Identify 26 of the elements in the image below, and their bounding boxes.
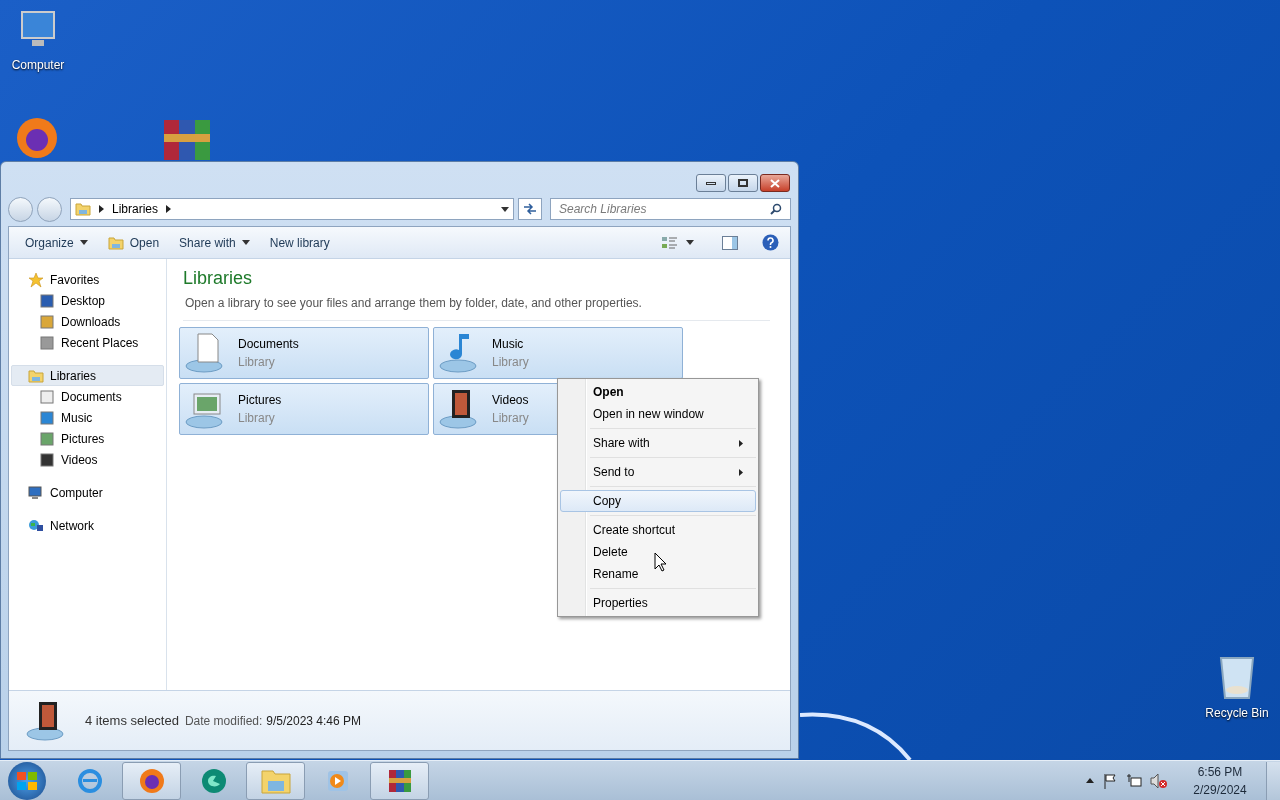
date-modified-value: 9/5/2023 4:46 PM (266, 712, 362, 730)
desktop-icon-label: Computer (11, 57, 65, 74)
nav-item-label: Favorites (50, 271, 100, 289)
nav-item-label: Downloads (61, 313, 121, 331)
nav-item-label: Desktop (61, 292, 106, 310)
selection-count: 4 items selected (85, 711, 179, 730)
library-heading: Libraries (183, 267, 254, 290)
library-name: Videos (492, 392, 529, 409)
library-name: Pictures (238, 392, 282, 409)
date-modified-label: Date modified: (184, 712, 263, 730)
library-type: Library (492, 354, 529, 371)
library-name: Documents (238, 336, 299, 353)
nav-item-label: Documents (61, 388, 122, 406)
nav-item-label: Network (50, 517, 94, 535)
nav-item-label: Computer (50, 484, 103, 502)
library-type: Library (238, 410, 276, 427)
nav-item-label: Videos (61, 451, 98, 469)
library-name: Music (492, 336, 525, 353)
library-description: Open a library to see your files and arrange them by folder, date, and other properties. (184, 295, 643, 312)
desktop-icon-label: Recycle Bin (1205, 705, 1269, 722)
nav-item-label: Music (61, 409, 93, 427)
library-type: Library (238, 354, 276, 371)
nav-item-label: Pictures (61, 430, 105, 448)
nav-item-label: Libraries (50, 367, 97, 385)
library-type: Library (492, 410, 529, 427)
nav-item-label: Recent Places (61, 334, 139, 352)
